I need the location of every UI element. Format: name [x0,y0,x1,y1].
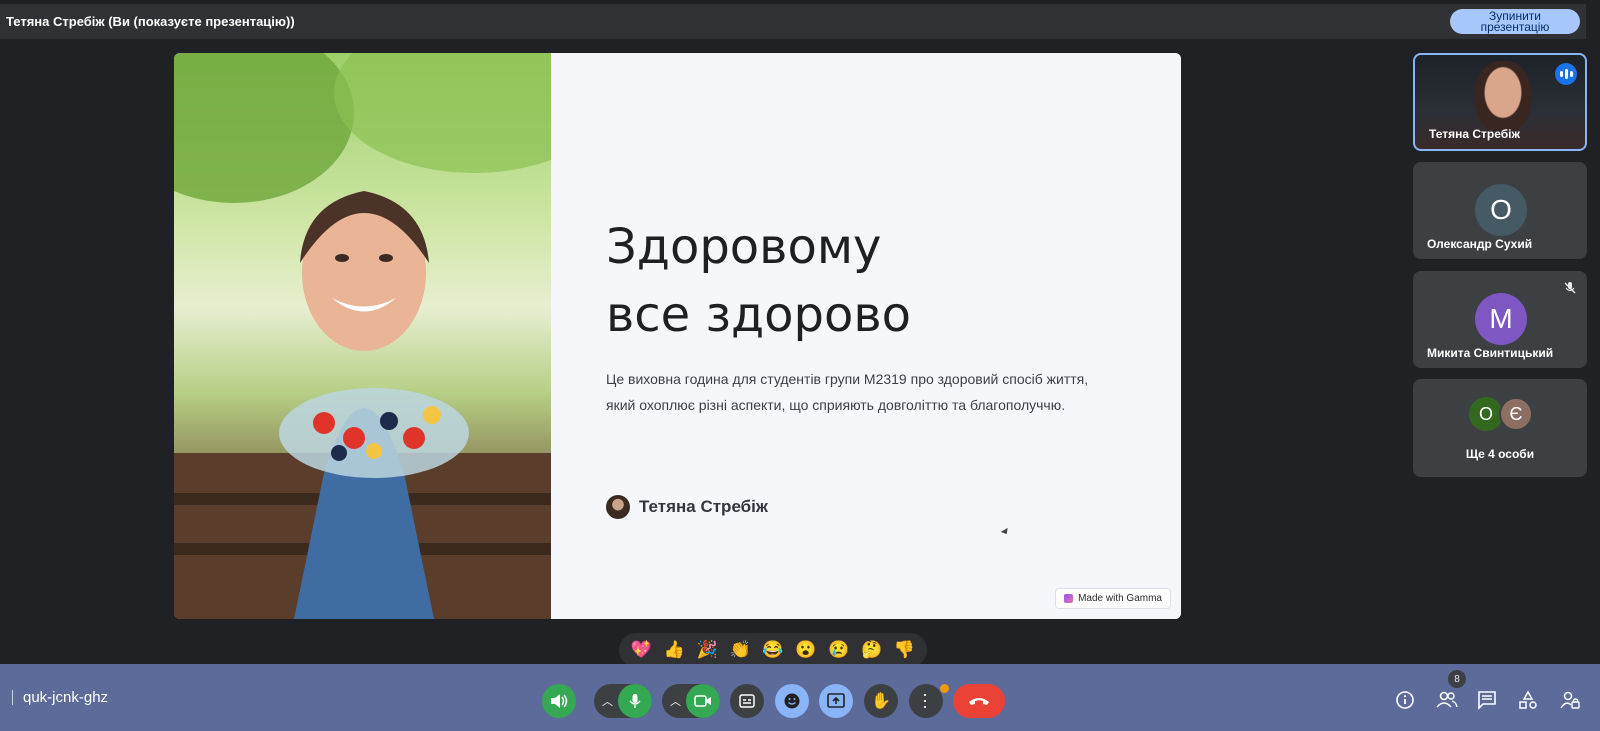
reaction-laugh[interactable]: 😂 [762,640,783,660]
meeting-details-button[interactable] [1395,690,1415,715]
meeting-code: quk-jcnk-ghz [12,689,108,706]
notification-dot [940,684,949,693]
avatar: О [1469,397,1503,431]
people-button[interactable] [1436,690,1458,715]
slide-description-line: Це виховна година для студентів групи М2… [606,371,1089,387]
captions-icon [739,694,755,708]
top-bar: Тетяна Стребіж (Ви (показуєте презентаці… [0,4,1586,39]
present-screen-button[interactable] [819,684,853,718]
gamma-logo-icon [1064,594,1074,603]
reaction-sad[interactable]: 😢 [828,640,849,660]
stop-presenting-button[interactable]: Зупинити презентацію [1450,9,1580,34]
participant-tile[interactable]: О Олександр Сухий [1413,162,1587,259]
activities-icon [1519,690,1537,709]
camera-control[interactable]: ︿ [662,684,720,718]
participant-tile[interactable]: М Микита Свинтицький [1413,271,1587,368]
speaking-indicator-icon [1555,63,1577,85]
slide-author: Тетяна Стребіж [606,495,768,519]
slide-title: Здоровому все здорово [606,213,911,349]
author-name: Тетяна Стребіж [639,497,768,516]
gamma-badge-label: Made with Gamma [1078,593,1162,604]
people-icon [1436,691,1458,708]
reaction-clap[interactable]: 👏 [729,640,750,660]
present-screen-icon [827,693,845,708]
lock-person-icon [1560,691,1580,709]
reactions-button[interactable] [775,684,809,718]
mic-control[interactable]: ︿ [594,684,652,718]
chevron-up-icon[interactable]: ︿ [602,693,613,709]
reaction-party[interactable]: 🎉 [697,640,718,660]
host-controls-button[interactable] [1560,690,1580,715]
camera-button[interactable] [686,684,720,718]
audio-output-button[interactable] [542,684,576,718]
slide-title-line: Здоровому [606,219,882,275]
end-call-icon [969,698,989,705]
reaction-thumbs-up[interactable]: 👍 [664,640,685,660]
more-participants-label: Ще 4 особи [1465,447,1535,461]
smiley-icon [784,693,800,709]
participant-tile-video[interactable]: Тетяна Стребіж [1413,53,1587,151]
participants-count-badge: 8 [1448,670,1466,688]
leave-call-button[interactable] [953,684,1005,718]
raise-hand-button[interactable]: ✋ [864,684,898,718]
more-participants-tile[interactable]: О Є Ще 4 особи [1413,379,1587,477]
slide-title-line: все здорово [606,287,912,343]
avatar: М [1475,293,1527,345]
author-avatar [606,495,630,519]
mic-button[interactable] [618,684,652,718]
avatar: Є [1499,397,1533,431]
participant-name: Тетяна Стребіж [1429,127,1521,141]
made-with-gamma-badge[interactable]: Made with Gamma [1055,588,1171,609]
slide-description: Це виховна година для студентів групи М2… [606,366,1126,418]
activities-button[interactable] [1518,690,1538,715]
meeting-code-label: quk-jcnk-ghz [23,689,109,706]
chat-button[interactable] [1477,690,1497,715]
participant-name: Олександр Сухий [1427,237,1533,251]
slide-photo [174,53,551,619]
speaker-icon [551,694,568,708]
presenting-status: Тетяна Стребіж (Ви (показуєте презентаці… [6,14,295,29]
captions-button[interactable] [730,684,764,718]
divider [12,690,13,705]
info-icon [1396,691,1414,709]
girl-with-fruit-bowl-image [174,53,551,619]
slide-content: Здоровому все здорово Це виховна година … [551,53,1181,619]
more-vertical-icon: ··· [916,692,936,710]
reaction-heart[interactable]: 💖 [631,640,652,660]
avatar: О [1475,184,1527,236]
reaction-thinking[interactable]: 🤔 [861,640,882,660]
reaction-surprised[interactable]: 😮 [795,640,816,660]
microphone-icon [629,694,641,708]
participant-name: Микита Свинтицький [1427,346,1554,360]
presentation-stage: Здоровому все здорово Це виховна година … [174,53,1181,619]
reaction-thumbs-down[interactable]: 👎 [894,640,915,660]
chat-icon [1478,691,1496,710]
participant-video [1475,61,1531,131]
more-options-button[interactable]: ··· [909,684,943,718]
reactions-bar: 💖 👍 🎉 👏 😂 😮 😢 🤔 👎 [619,633,927,667]
hand-icon: ✋ [871,693,891,710]
mic-off-icon [1563,281,1577,298]
video-camera-icon [694,695,711,707]
chevron-up-icon[interactable]: ︿ [670,693,681,709]
slide-description-line: який охоплює різні аспекти, що сприяють … [606,397,1066,413]
